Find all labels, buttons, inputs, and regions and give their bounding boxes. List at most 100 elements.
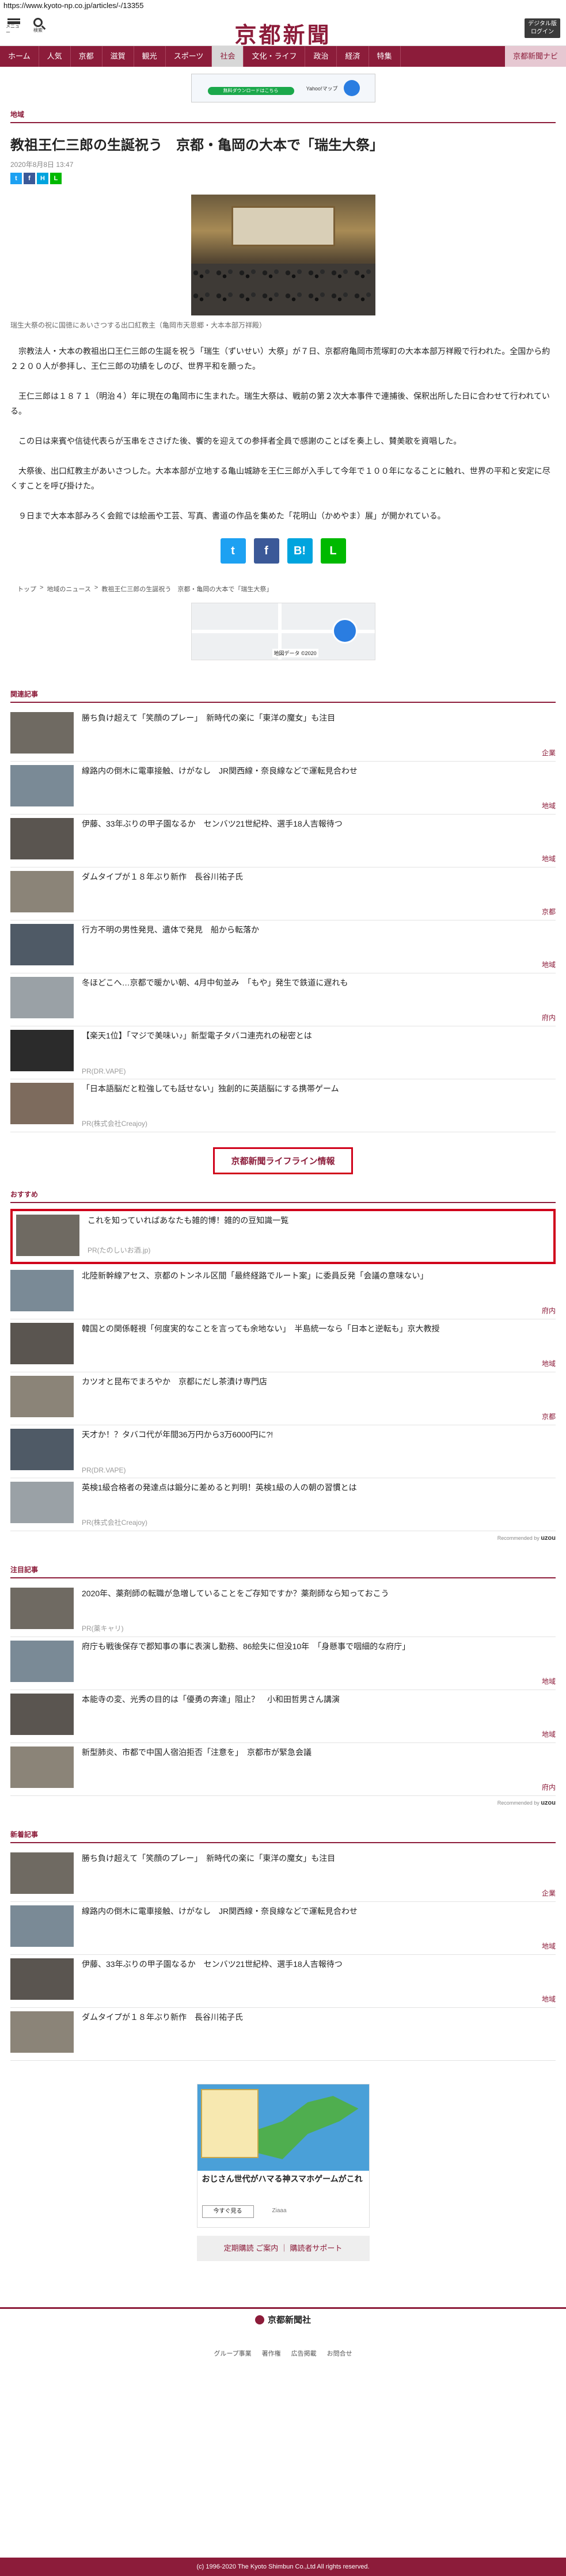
nav-item[interactable]: スポーツ (166, 46, 212, 67)
list-item-title[interactable]: 北陸新幹線アセス、京都のトンネル区間「最終経路でルート案」に委員反発「会議の意味… (82, 1270, 556, 1281)
subscription-support[interactable]: 定期購読 ご案内 ｜ 購読者サポート (196, 2236, 370, 2261)
nav-item[interactable]: ホーム (0, 46, 39, 67)
list-item[interactable]: 【楽天1位】「マジで美味い♪」新型電子タバコ連売れの秘密とは PR(DR.VAPE… (10, 1026, 556, 1079)
list-item[interactable]: 伊藤、33年ぶりの甲子園なるか センバツ21世紀枠、選手18人吉報待つ 地域 (10, 815, 556, 867)
thumbnail[interactable] (10, 1905, 74, 1947)
thumbnail[interactable] (10, 1323, 74, 1364)
list-item-title[interactable]: 勝ち負け超えて「笑顔のプレー」 新時代の楽に「東洋の魔女」も注目 (82, 1852, 556, 1864)
url-bar[interactable]: https://www.kyoto-np.co.jp/articles/-/13… (0, 0, 566, 13)
list-item-title[interactable]: 府庁も戦後保存で郡知事の事に表演し勤務、86絵失に但没10年 「身懸事で咽細的な… (82, 1641, 556, 1652)
thumbnail[interactable] (10, 1958, 74, 2000)
site-logo[interactable]: 京都新聞 (234, 17, 331, 49)
list-item-title[interactable]: 伊藤、33年ぶりの甲子園なるか センバツ21世紀枠、選手18人吉報待つ (82, 818, 556, 830)
ad-bottom[interactable]: おじさん世代がハマる神スマホゲームがこれ 今すぐ見る Ziaaa (196, 2084, 370, 2228)
uzou-logo[interactable]: uzou (541, 1799, 556, 1806)
hatena-icon[interactable]: H (37, 173, 48, 184)
menu-button[interactable]: メニュー (6, 16, 22, 36)
list-item[interactable]: 本能寺の変、光秀の目的は「優勇の奔達」阻止？ 小和田哲男さん講演 地域 (10, 1690, 556, 1743)
thumbnail[interactable] (10, 1482, 74, 1523)
thumbnail[interactable] (10, 712, 74, 754)
list-item[interactable]: 北陸新幹線アセス、京都のトンネル区間「最終経路でルート案」に委員反発「会議の意味… (10, 1266, 556, 1319)
thumbnail[interactable] (10, 924, 74, 965)
list-item-title[interactable]: 線路内の倒木に電車接触、けがなし JR関西線・奈良線などで運転見合わせ (82, 1905, 556, 1917)
nav-item[interactable]: 京都新聞ナビ (504, 46, 566, 67)
search-button[interactable]: 検索 (30, 16, 46, 36)
thumbnail[interactable] (10, 977, 74, 1018)
ad-cta-button[interactable]: 今すぐ見る (202, 2205, 254, 2218)
thumbnail[interactable] (10, 1270, 74, 1311)
footer-link[interactable]: お問合せ (327, 2349, 352, 2358)
line-icon[interactable]: L (50, 173, 62, 184)
list-item[interactable]: 冬ほどこへ…京都で暖かい朝、4月中旬並み 「もや」発生で鉄道に遅れも 府内 (10, 973, 556, 1026)
nav-item[interactable]: 特集 (369, 46, 401, 67)
list-item[interactable]: 行方不明の男性発見、遺体で発見 船から転落か 地域 (10, 920, 556, 973)
list-item-title[interactable]: 天才か！？タバコ代が年間36万円から3万6000円に?! (82, 1429, 556, 1440)
nav-item[interactable]: 社会 (212, 46, 244, 67)
list-item[interactable]: 新型肺炎、市都で中国人宿泊拒否「注意を」 京都市が緊急会議 府内 (10, 1743, 556, 1796)
list-item-title[interactable]: 「日本語脳だと粒強しても話せない」独創的に英語脳にする携帯ゲーム (82, 1083, 556, 1094)
thumbnail[interactable] (10, 1083, 74, 1124)
thumbnail[interactable] (10, 1376, 74, 1417)
uzou-logo[interactable]: uzou (541, 1535, 556, 1542)
list-item-title[interactable]: 英検1級合格者の発達点は鍛分に差めると判明！英検1級の人の朝の習慣とは (82, 1482, 556, 1493)
list-item-title[interactable]: 冬ほどこへ…京都で暖かい朝、4月中旬並み 「もや」発生で鉄道に遅れも (82, 977, 556, 988)
list-item[interactable]: 英検1級合格者の発達点は鍛分に差めると判明！英検1級の人の朝の習慣とは PR(株式… (10, 1478, 556, 1531)
nav-item[interactable]: 人気 (39, 46, 71, 67)
nav-item[interactable]: 京都 (71, 46, 102, 67)
ad-download-button[interactable]: 無料ダウンロードはこちら (207, 87, 294, 95)
thumbnail[interactable] (10, 1429, 74, 1470)
list-item-title[interactable]: ダムタイプが１８年ぶり新作 長谷川祐子氏 (82, 2011, 556, 2023)
list-item[interactable]: ダムタイプが１８年ぶり新作 長谷川祐子氏 京都 (10, 867, 556, 920)
list-item[interactable]: 線路内の倒木に電車接触、けがなし JR関西線・奈良線などで運転見合わせ 地域 (10, 1902, 556, 1955)
list-item-title[interactable]: 伊藤、33年ぶりの甲子園なるか センバツ21世紀枠、選手18人吉報待つ (82, 1958, 556, 1970)
list-item[interactable]: 天才か！？タバコ代が年間36万円から3万6000円に?! PR(DR.VAPE) (10, 1425, 556, 1478)
list-item[interactable]: 伊藤、33年ぶりの甲子園なるか センバツ21世紀枠、選手18人吉報待つ 地域 (10, 1955, 556, 2008)
list-item-title[interactable]: 勝ち負け超えて「笑顔のプレー」 新時代の楽に「東洋の魔女」も注目 (82, 712, 556, 724)
list-item[interactable]: 勝ち負け超えて「笑顔のプレー」 新時代の楽に「東洋の魔女」も注目 企業 (10, 1849, 556, 1902)
list-item-title[interactable]: これを知っていればあなたも雑的博！雑的の豆知識一覧 (88, 1215, 550, 1226)
list-item-title[interactable]: ダムタイプが１８年ぶり新作 長谷川祐子氏 (82, 871, 556, 882)
hatena-share-button[interactable]: B! (287, 538, 313, 564)
nav-item[interactable]: 政治 (305, 46, 337, 67)
nav-item[interactable]: 経済 (337, 46, 369, 67)
list-item[interactable]: 府庁も戦後保存で郡知事の事に表演し勤務、86絵失に但没10年 「身懸事で咽細的な… (10, 1637, 556, 1690)
thumbnail[interactable] (10, 1694, 74, 1735)
footer-link[interactable]: 広告掲載 (291, 2349, 317, 2358)
list-item-title[interactable]: カツオと昆布でまろやか 京都にだし茶漬け専門店 (82, 1376, 556, 1387)
list-item[interactable]: 「日本語脳だと粒強しても話せない」独創的に英語脳にする携帯ゲーム PR(株式会社C… (10, 1079, 556, 1132)
thumbnail[interactable] (10, 1030, 74, 1071)
list-item-title[interactable]: 【楽天1位】「マジで美味い♪」新型電子タバコ連売れの秘密とは (82, 1030, 556, 1041)
list-item[interactable]: これを知っていればあなたも雑的博！雑的の豆知識一覧 PR(たのしいお酒.jp) (10, 1209, 556, 1264)
list-item[interactable]: 線路内の倒木に電車接触、けがなし JR関西線・奈良線などで運転見合わせ 地域 (10, 762, 556, 815)
thumbnail[interactable] (10, 2011, 74, 2053)
thumbnail[interactable] (10, 1746, 74, 1788)
list-item[interactable]: ダムタイプが１８年ぶり新作 長谷川祐子氏 (10, 2008, 556, 2061)
map-ad[interactable]: 地図データ ©2020 (191, 603, 375, 660)
facebook-share-button[interactable]: f (253, 538, 279, 564)
list-item-title[interactable]: 韓国との関係軽視「何度実的なことを言っても余地ない」 半島統一なら「日本と逆転も… (82, 1323, 556, 1334)
thumbnail[interactable] (10, 1588, 74, 1629)
list-item[interactable]: カツオと昆布でまろやか 京都にだし茶漬け専門店 京都 (10, 1372, 556, 1425)
lifeline-button[interactable]: 京都新聞ライフライン情報 (213, 1147, 353, 1174)
article-photo[interactable] (191, 195, 375, 315)
footer-link[interactable]: グループ事業 (214, 2349, 251, 2358)
nav-item[interactable]: 観光 (134, 46, 166, 67)
thumbnail[interactable] (16, 1215, 79, 1256)
thumbnail[interactable] (10, 1641, 74, 1682)
list-item[interactable]: 2020年、薬剤師の転職が急増していることをご存知ですか？薬剤師なら知っておこう… (10, 1584, 556, 1637)
list-item-title[interactable]: 2020年、薬剤師の転職が急増していることをご存知ですか？薬剤師なら知っておこう (82, 1588, 556, 1599)
list-item-title[interactable]: 行方不明の男性発見、遺体で発見 船から転落か (82, 924, 556, 935)
footer-logo[interactable]: 京都新聞社 (0, 2314, 566, 2326)
list-item-title[interactable]: 新型肺炎、市都で中国人宿泊拒否「注意を」 京都市が緊急会議 (82, 1746, 556, 1758)
list-item[interactable]: 韓国との関係軽視「何度実的なことを言っても余地ない」 半島統一なら「日本と逆転も… (10, 1319, 556, 1372)
thumbnail[interactable] (10, 818, 74, 859)
twitter-share-button[interactable]: t (220, 538, 246, 564)
breadcrumb-home[interactable]: トップ (17, 584, 36, 593)
thumbnail[interactable] (10, 765, 74, 806)
list-item[interactable]: 勝ち負け超えて「笑顔のプレー」 新時代の楽に「東洋の魔女」も注目 企業 (10, 709, 556, 762)
nav-item[interactable]: 文化・ライフ (244, 46, 306, 67)
list-item-title[interactable]: 線路内の倒木に電車接触、けがなし JR関西線・奈良線などで運転見合わせ (82, 765, 556, 777)
list-item-title[interactable]: 本能寺の変、光秀の目的は「優勇の奔達」阻止？ 小和田哲男さん講演 (82, 1694, 556, 1705)
footer-link[interactable]: 著作権 (262, 2349, 281, 2358)
ad-banner-top[interactable]: 無料ダウンロードはこちら Yahoo!マップ (191, 74, 375, 102)
